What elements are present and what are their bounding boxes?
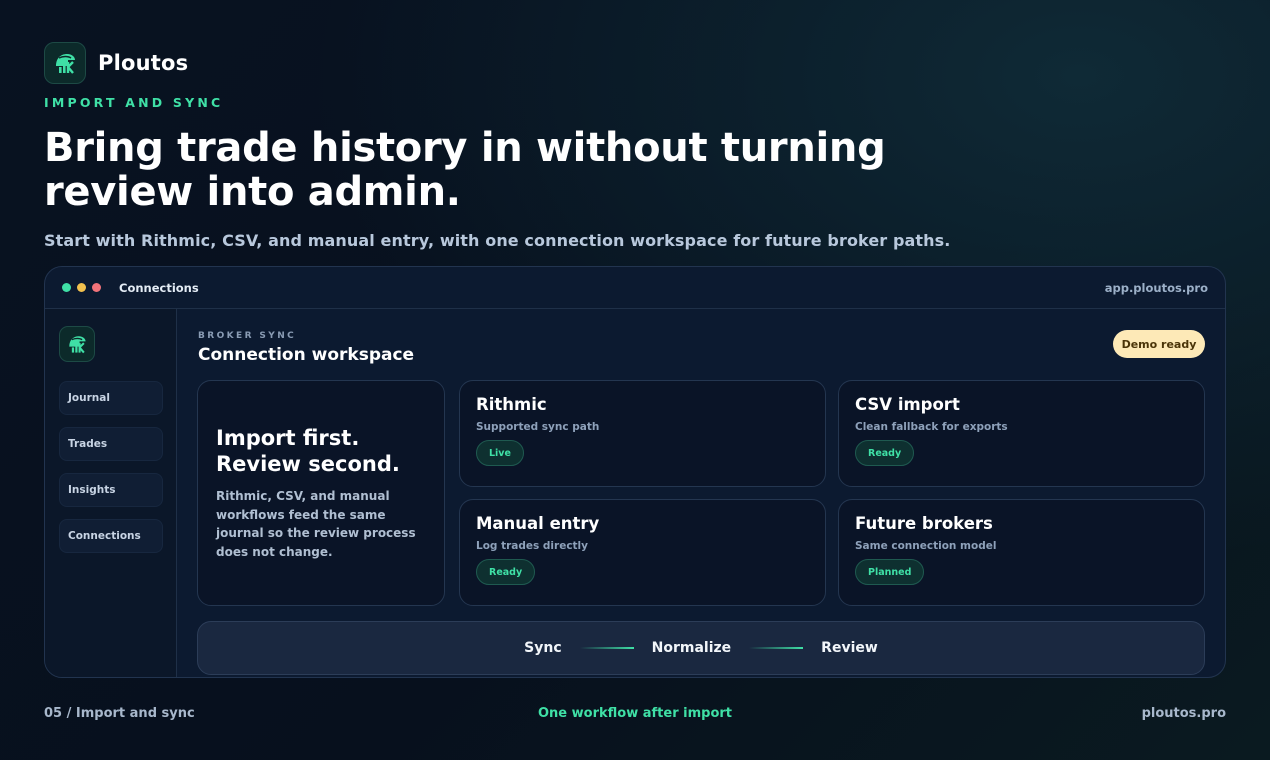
card-title: Rithmic <box>476 395 547 414</box>
card-subtitle: Supported sync path <box>476 421 600 433</box>
sidebar-item-connections[interactable]: Connections <box>59 519 163 553</box>
window-url: app.ploutos.pro <box>1104 280 1208 295</box>
sidebar-item-trades[interactable]: Trades <box>59 427 163 461</box>
window-title: Connections <box>119 280 199 295</box>
feature-title: Import first. Review second. <box>216 425 426 477</box>
card-title: Manual entry <box>476 514 600 533</box>
feature-body: Rithmic, CSV, and manual workflows feed … <box>216 489 416 559</box>
workspace-eyebrow: BROKER SYNC <box>198 331 297 341</box>
card-title: CSV import <box>855 395 960 414</box>
sidebar-item-insights[interactable]: Insights <box>59 473 163 507</box>
status-badge: Planned <box>855 559 925 585</box>
window-dot-green <box>62 283 71 292</box>
flow-step-normalize: Normalize <box>651 640 732 656</box>
flow-connector <box>579 647 634 649</box>
feature-title-line-2: Review second. <box>216 452 400 476</box>
future-brokers-card[interactable]: Future brokers Same connection model Pla… <box>838 499 1205 606</box>
rithmic-card[interactable]: Rithmic Supported sync path Live <box>459 380 826 487</box>
window-dot-yellow <box>77 283 86 292</box>
ploutos-logo-icon <box>44 42 86 84</box>
manual-entry-card[interactable]: Manual entry Log trades directly Ready <box>459 499 826 606</box>
brand-name: Ploutos <box>98 51 189 75</box>
flow-step-sync: Sync <box>524 640 562 656</box>
footer-domain-link[interactable]: ploutos.pro <box>1142 706 1226 721</box>
demo-ready-badge: Demo ready <box>1113 330 1205 358</box>
page-subline: Start with Rithmic, CSV, and manual entr… <box>44 231 951 250</box>
status-badge: Ready <box>855 440 915 466</box>
status-badge: Live <box>476 440 524 466</box>
flow-connector <box>749 647 804 649</box>
page-headline: Bring trade history in without turning r… <box>44 125 886 215</box>
feature-title-line-1: Import first. <box>216 426 360 450</box>
workflow-strip: Sync Normalize Review <box>197 621 1205 675</box>
window-controls <box>62 283 101 292</box>
sidebar-item-journal[interactable]: Journal <box>59 381 163 415</box>
import-first-card: Import first. Review second. Rithmic, CS… <box>197 380 445 606</box>
app-window: Connections app.ploutos.pro Journal Trad… <box>44 266 1226 678</box>
card-subtitle: Same connection model <box>855 540 997 552</box>
card-subtitle: Log trades directly <box>476 540 589 552</box>
window-dot-red <box>92 283 101 292</box>
connection-workspace: BROKER SYNC Connection workspace Demo re… <box>197 309 1205 677</box>
status-badge: Ready <box>476 559 536 585</box>
sidebar: Journal Trades Insights Connections <box>45 309 177 677</box>
footer-tagline: One workflow after import <box>537 706 732 721</box>
sidebar-nav: Journal Trades Insights Connections <box>59 381 163 565</box>
workspace-title: Connection workspace <box>198 345 415 365</box>
section-eyebrow: IMPORT AND SYNC <box>44 95 224 110</box>
flow-step-review: Review <box>821 640 878 656</box>
card-title: Future brokers <box>855 514 993 533</box>
window-titlebar: Connections app.ploutos.pro <box>45 267 1225 309</box>
sidebar-logo-icon[interactable] <box>59 326 95 362</box>
csv-import-card[interactable]: CSV import Clean fallback for exports Re… <box>838 380 1205 487</box>
card-subtitle: Clean fallback for exports <box>855 421 1008 433</box>
brand: Ploutos <box>44 42 188 84</box>
